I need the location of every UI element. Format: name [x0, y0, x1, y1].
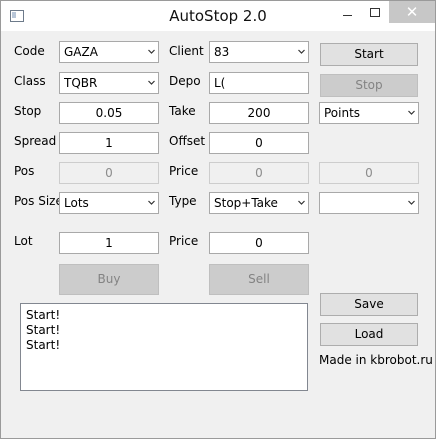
sell-button[interactable]: Sell	[209, 264, 309, 295]
class-select[interactable]: TQBR	[59, 72, 159, 94]
chevron-down-icon	[148, 80, 155, 85]
order-price-label: Price	[169, 234, 199, 248]
maximize-icon	[370, 7, 380, 17]
order-price-field[interactable]: 0	[209, 232, 309, 254]
log-line: Start!	[26, 323, 61, 337]
pos-size-value: Lots	[64, 196, 89, 210]
client-label: Client	[169, 44, 204, 58]
type-label: Type	[169, 194, 197, 208]
close-icon: ✕	[405, 2, 419, 21]
take-label: Take	[169, 104, 196, 118]
pos-size-select[interactable]: Lots	[59, 192, 159, 214]
minimize-button[interactable]	[333, 1, 361, 23]
stop-button[interactable]: Stop	[320, 74, 418, 97]
depo-field[interactable]: L(	[209, 72, 309, 94]
pos-size-label: Pos Size	[14, 194, 63, 208]
stop-field[interactable]: 0.05	[59, 102, 159, 124]
log-line: Start!	[26, 338, 61, 352]
pos-field: 0	[59, 162, 159, 184]
client-value: 83	[214, 45, 230, 59]
buy-button[interactable]: Buy	[59, 264, 159, 295]
lot-field[interactable]: 1	[59, 232, 159, 254]
class-label: Class	[14, 74, 46, 88]
class-value: TQBR	[64, 76, 98, 90]
take-unit-value: Points	[324, 106, 361, 120]
price-label: Price	[169, 164, 199, 178]
minimize-icon	[342, 14, 352, 16]
client-select[interactable]: 83	[209, 41, 309, 63]
load-button[interactable]: Load	[320, 323, 418, 346]
chevron-down-icon	[408, 110, 415, 115]
spread-field[interactable]: 1	[59, 132, 159, 154]
type-value: Stop+Take	[214, 196, 278, 210]
code-select[interactable]: GAZA	[59, 41, 159, 63]
spread-label: Spread	[14, 134, 57, 148]
chevron-down-icon	[298, 200, 305, 205]
log-textarea[interactable]: Start! Start! Start!	[20, 303, 308, 391]
price-field: 0	[209, 162, 309, 184]
start-button[interactable]: Start	[320, 43, 418, 66]
type-select[interactable]: Stop+Take	[209, 192, 309, 214]
chevron-down-icon	[298, 49, 305, 54]
app-window: AutoStop 2.0 ✕ Code GAZA Client 83 Start…	[0, 0, 436, 439]
pos-label: Pos	[14, 164, 35, 178]
type-extra-select[interactable]	[319, 192, 419, 214]
chevron-down-icon	[408, 200, 415, 205]
save-button[interactable]: Save	[320, 293, 418, 316]
extra-field: 0	[319, 162, 419, 184]
take-unit-select[interactable]: Points	[319, 102, 419, 124]
chevron-down-icon	[148, 49, 155, 54]
lot-label: Lot	[14, 234, 33, 248]
offset-field[interactable]: 0	[209, 132, 309, 154]
credit-text: Made in kbrobot.ru	[319, 353, 433, 367]
stop-label: Stop	[14, 104, 42, 118]
title-bar: AutoStop 2.0 ✕	[1, 1, 435, 31]
offset-label: Offset	[169, 134, 206, 148]
log-line: Start!	[26, 308, 61, 322]
chevron-down-icon	[148, 200, 155, 205]
depo-label: Depo	[169, 74, 201, 88]
take-field[interactable]: 200	[209, 102, 309, 124]
close-button[interactable]: ✕	[389, 1, 435, 23]
code-label: Code	[14, 44, 45, 58]
code-value: GAZA	[64, 45, 98, 59]
maximize-button[interactable]	[361, 1, 389, 23]
